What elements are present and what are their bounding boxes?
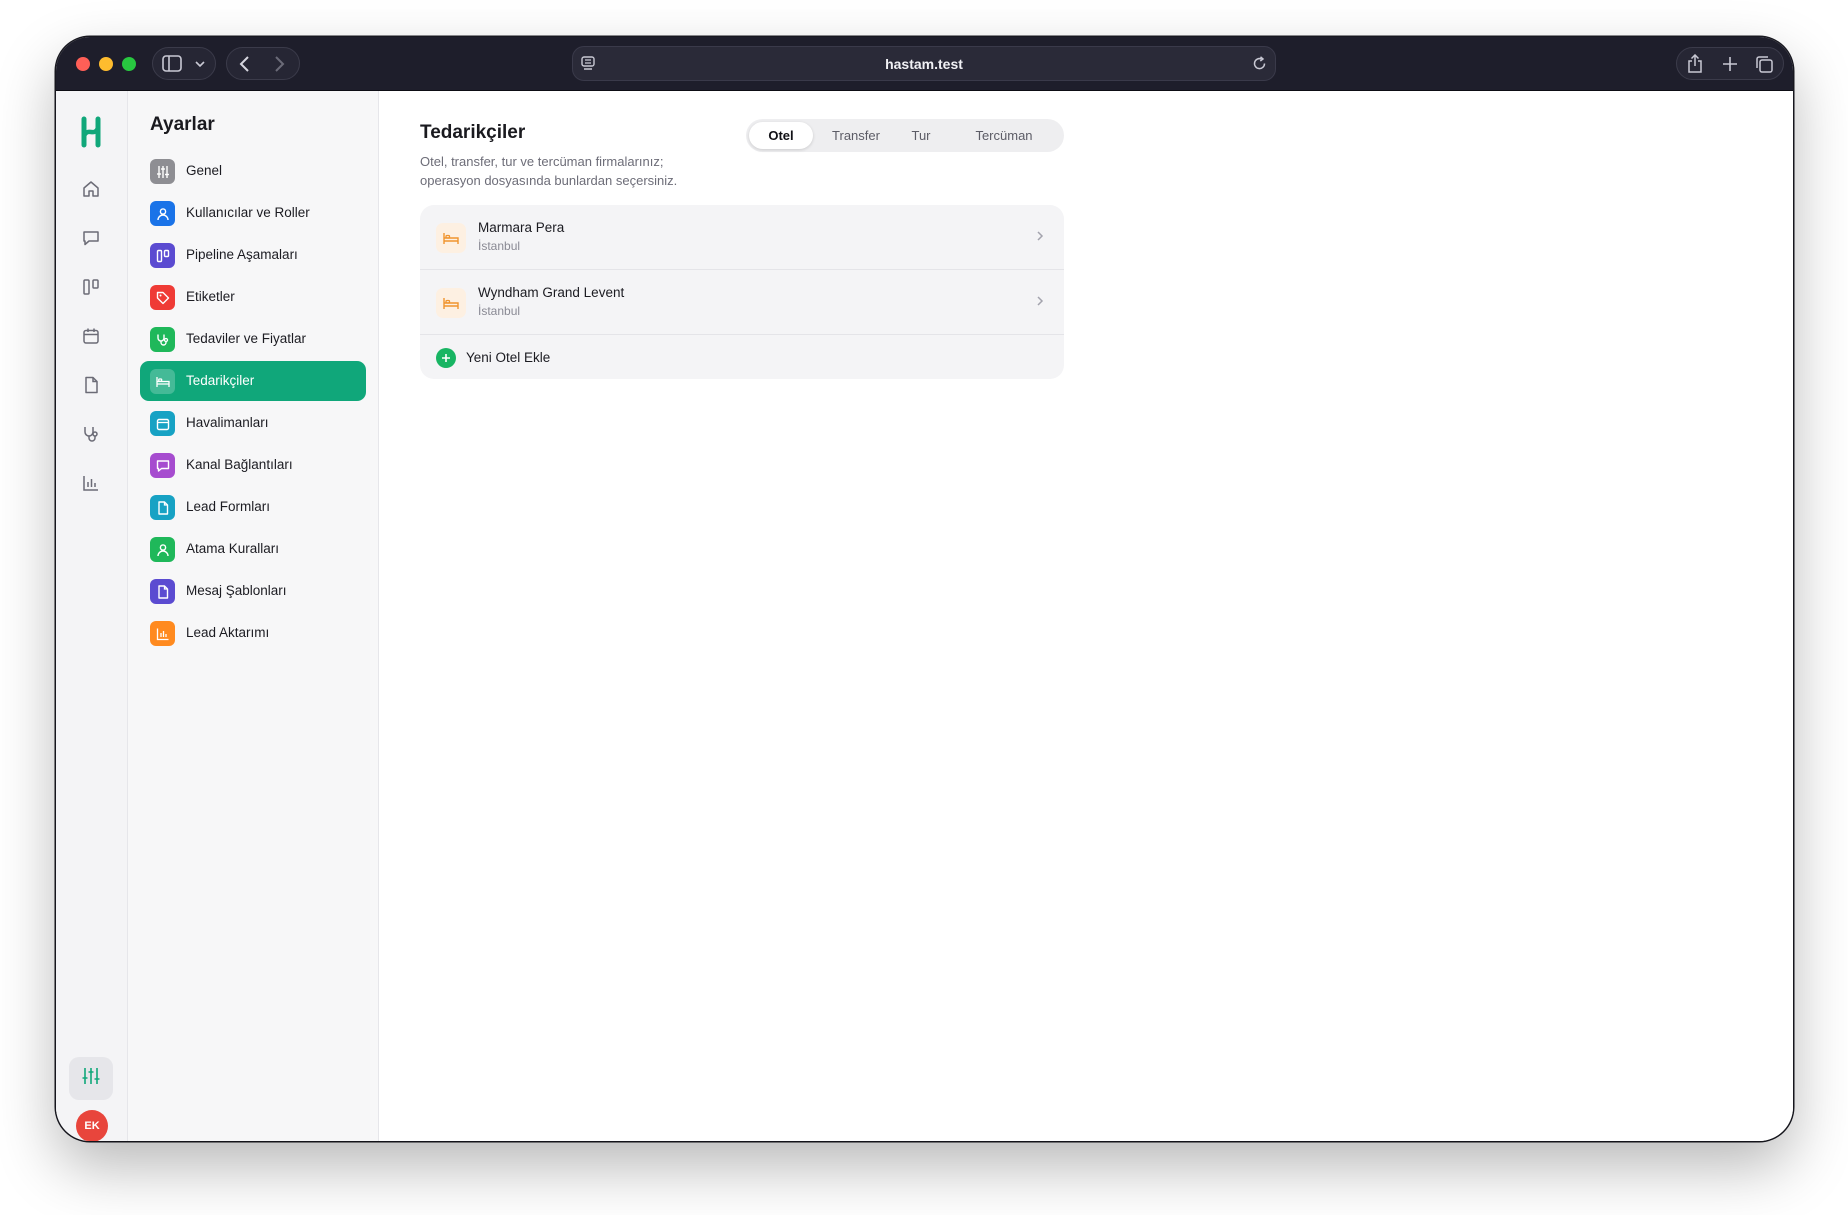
app-navigation-rail: EK <box>56 91 128 1141</box>
tab-otel[interactable]: Otel <box>749 122 813 149</box>
tab-overview-icon[interactable] <box>1756 56 1773 73</box>
calendar-icon <box>150 411 175 436</box>
hotel-list: Marmara Pera İstanbul Wyndham Grand Leve… <box>420 205 1064 379</box>
settings-item[interactable]: Tedaviler ve Fiyatlar <box>140 319 366 359</box>
bed-icon <box>436 223 466 253</box>
share-icon[interactable] <box>1687 54 1703 74</box>
chevron-right-icon <box>1036 229 1044 247</box>
tag-icon <box>150 285 175 310</box>
settings-rail-button[interactable] <box>69 1057 113 1100</box>
settings-item[interactable]: Lead Aktarımı <box>140 613 366 653</box>
settings-item-label: Genel <box>186 163 223 178</box>
document-icon[interactable] <box>76 370 106 400</box>
sidebar-toggle-icon[interactable] <box>162 55 182 72</box>
settings-item-label: Lead Formları <box>186 499 271 514</box>
history-nav-group <box>226 47 300 80</box>
settings-item-label: Havalimanları <box>186 415 269 430</box>
messages-icon[interactable] <box>76 223 106 253</box>
browser-window: hastam.test EK Ayarlar Genel Kullanıcıla… <box>56 37 1793 1141</box>
bed-icon <box>150 369 175 394</box>
page-title: Tedarikçiler <box>420 122 526 143</box>
settings-item[interactable]: Atama Kuralları <box>140 529 366 569</box>
settings-item-label: Etiketler <box>186 289 235 304</box>
page-description: Otel, transfer, tur ve tercüman firmalar… <box>420 154 678 188</box>
app-logo[interactable] <box>74 115 108 149</box>
user-icon <box>150 201 175 226</box>
hotel-row[interactable]: Marmara Pera İstanbul <box>420 205 1064 269</box>
home-icon[interactable] <box>76 174 106 204</box>
sliders-icon <box>150 159 175 184</box>
settings-item-label: Kanal Bağlantıları <box>186 457 293 472</box>
settings-item-label: Atama Kuralları <box>186 541 280 556</box>
settings-item-label: Kullanıcılar ve Roller <box>186 205 310 220</box>
supplier-type-tabs: Otel Transfer Tur Tercüman <box>746 119 1064 152</box>
minimize-window-button[interactable] <box>99 57 113 71</box>
settings-item[interactable]: Genel <box>140 151 366 191</box>
settings-item[interactable]: Pipeline Aşamaları <box>140 235 366 275</box>
stethoscope-icon <box>150 327 175 352</box>
tab-tercuman[interactable]: Tercüman <box>948 122 1060 149</box>
tab-transfer[interactable]: Transfer <box>816 122 896 149</box>
hotel-city: İstanbul <box>478 239 521 253</box>
hotel-name: Wyndham Grand Levent <box>478 285 625 300</box>
zoom-window-button[interactable] <box>122 57 136 71</box>
settings-item-label: Pipeline Aşamaları <box>186 247 298 262</box>
message-icon <box>150 453 175 478</box>
file-icon <box>150 579 175 604</box>
user-icon <box>150 537 175 562</box>
kanban-icon <box>150 243 175 268</box>
reload-icon[interactable] <box>1252 56 1267 71</box>
sliders-icon <box>81 1066 101 1091</box>
tab-tur[interactable]: Tur <box>896 122 946 149</box>
hotel-row[interactable]: Wyndham Grand Levent İstanbul <box>420 269 1064 334</box>
calendar-icon[interactable] <box>76 321 106 351</box>
reports-icon[interactable] <box>76 468 106 498</box>
settings-item[interactable]: Mesaj Şablonları <box>140 571 366 611</box>
settings-item-label: Mesaj Şablonları <box>186 583 287 598</box>
settings-item-label: Lead Aktarımı <box>186 625 270 640</box>
browser-toolbar: hastam.test <box>56 37 1793 91</box>
window-actions-group <box>1676 47 1784 80</box>
user-avatar[interactable]: EK <box>76 1110 108 1141</box>
pipeline-icon[interactable] <box>76 272 106 302</box>
settings-sidebar: Ayarlar Genel Kullanıcılar ve Roller Pipel… <box>128 91 379 1141</box>
chevron-right-icon <box>1036 294 1044 312</box>
main-content: Tedarikçiler Otel, transfer, tur ve terc… <box>379 91 1793 1141</box>
new-tab-icon[interactable] <box>1722 56 1738 72</box>
file-icon <box>150 495 175 520</box>
add-hotel-label: Yeni Otel Ekle <box>466 350 551 365</box>
hotel-name: Marmara Pera <box>478 220 565 235</box>
add-hotel-button[interactable]: Yeni Otel Ekle <box>420 334 1064 379</box>
settings-item[interactable]: Kullanıcılar ve Roller <box>140 193 366 233</box>
chevron-down-icon[interactable] <box>194 58 206 70</box>
bed-icon <box>436 288 466 318</box>
chart-icon <box>150 621 175 646</box>
sidebar-toggle-group <box>152 47 216 80</box>
settings-item-label: Tedarikçiler <box>186 373 255 388</box>
settings-item-label: Tedaviler ve Fiyatlar <box>186 331 307 346</box>
stethoscope-icon[interactable] <box>76 419 106 449</box>
settings-item[interactable]: Lead Formları <box>140 487 366 527</box>
address-bar[interactable]: hastam.test <box>572 46 1276 81</box>
close-window-button[interactable] <box>76 57 90 71</box>
settings-item[interactable]: Kanal Bağlantıları <box>140 445 366 485</box>
forward-icon[interactable] <box>271 55 287 73</box>
hotel-city: İstanbul <box>478 304 521 318</box>
back-icon[interactable] <box>237 55 253 73</box>
settings-title: Ayarlar <box>150 114 215 135</box>
settings-item[interactable]: Havalimanları <box>140 403 366 443</box>
plus-icon <box>436 348 456 368</box>
settings-item[interactable]: Etiketler <box>140 277 366 317</box>
url-text: hastam.test <box>885 56 963 72</box>
settings-item[interactable]: Tedarikçiler <box>140 361 366 401</box>
